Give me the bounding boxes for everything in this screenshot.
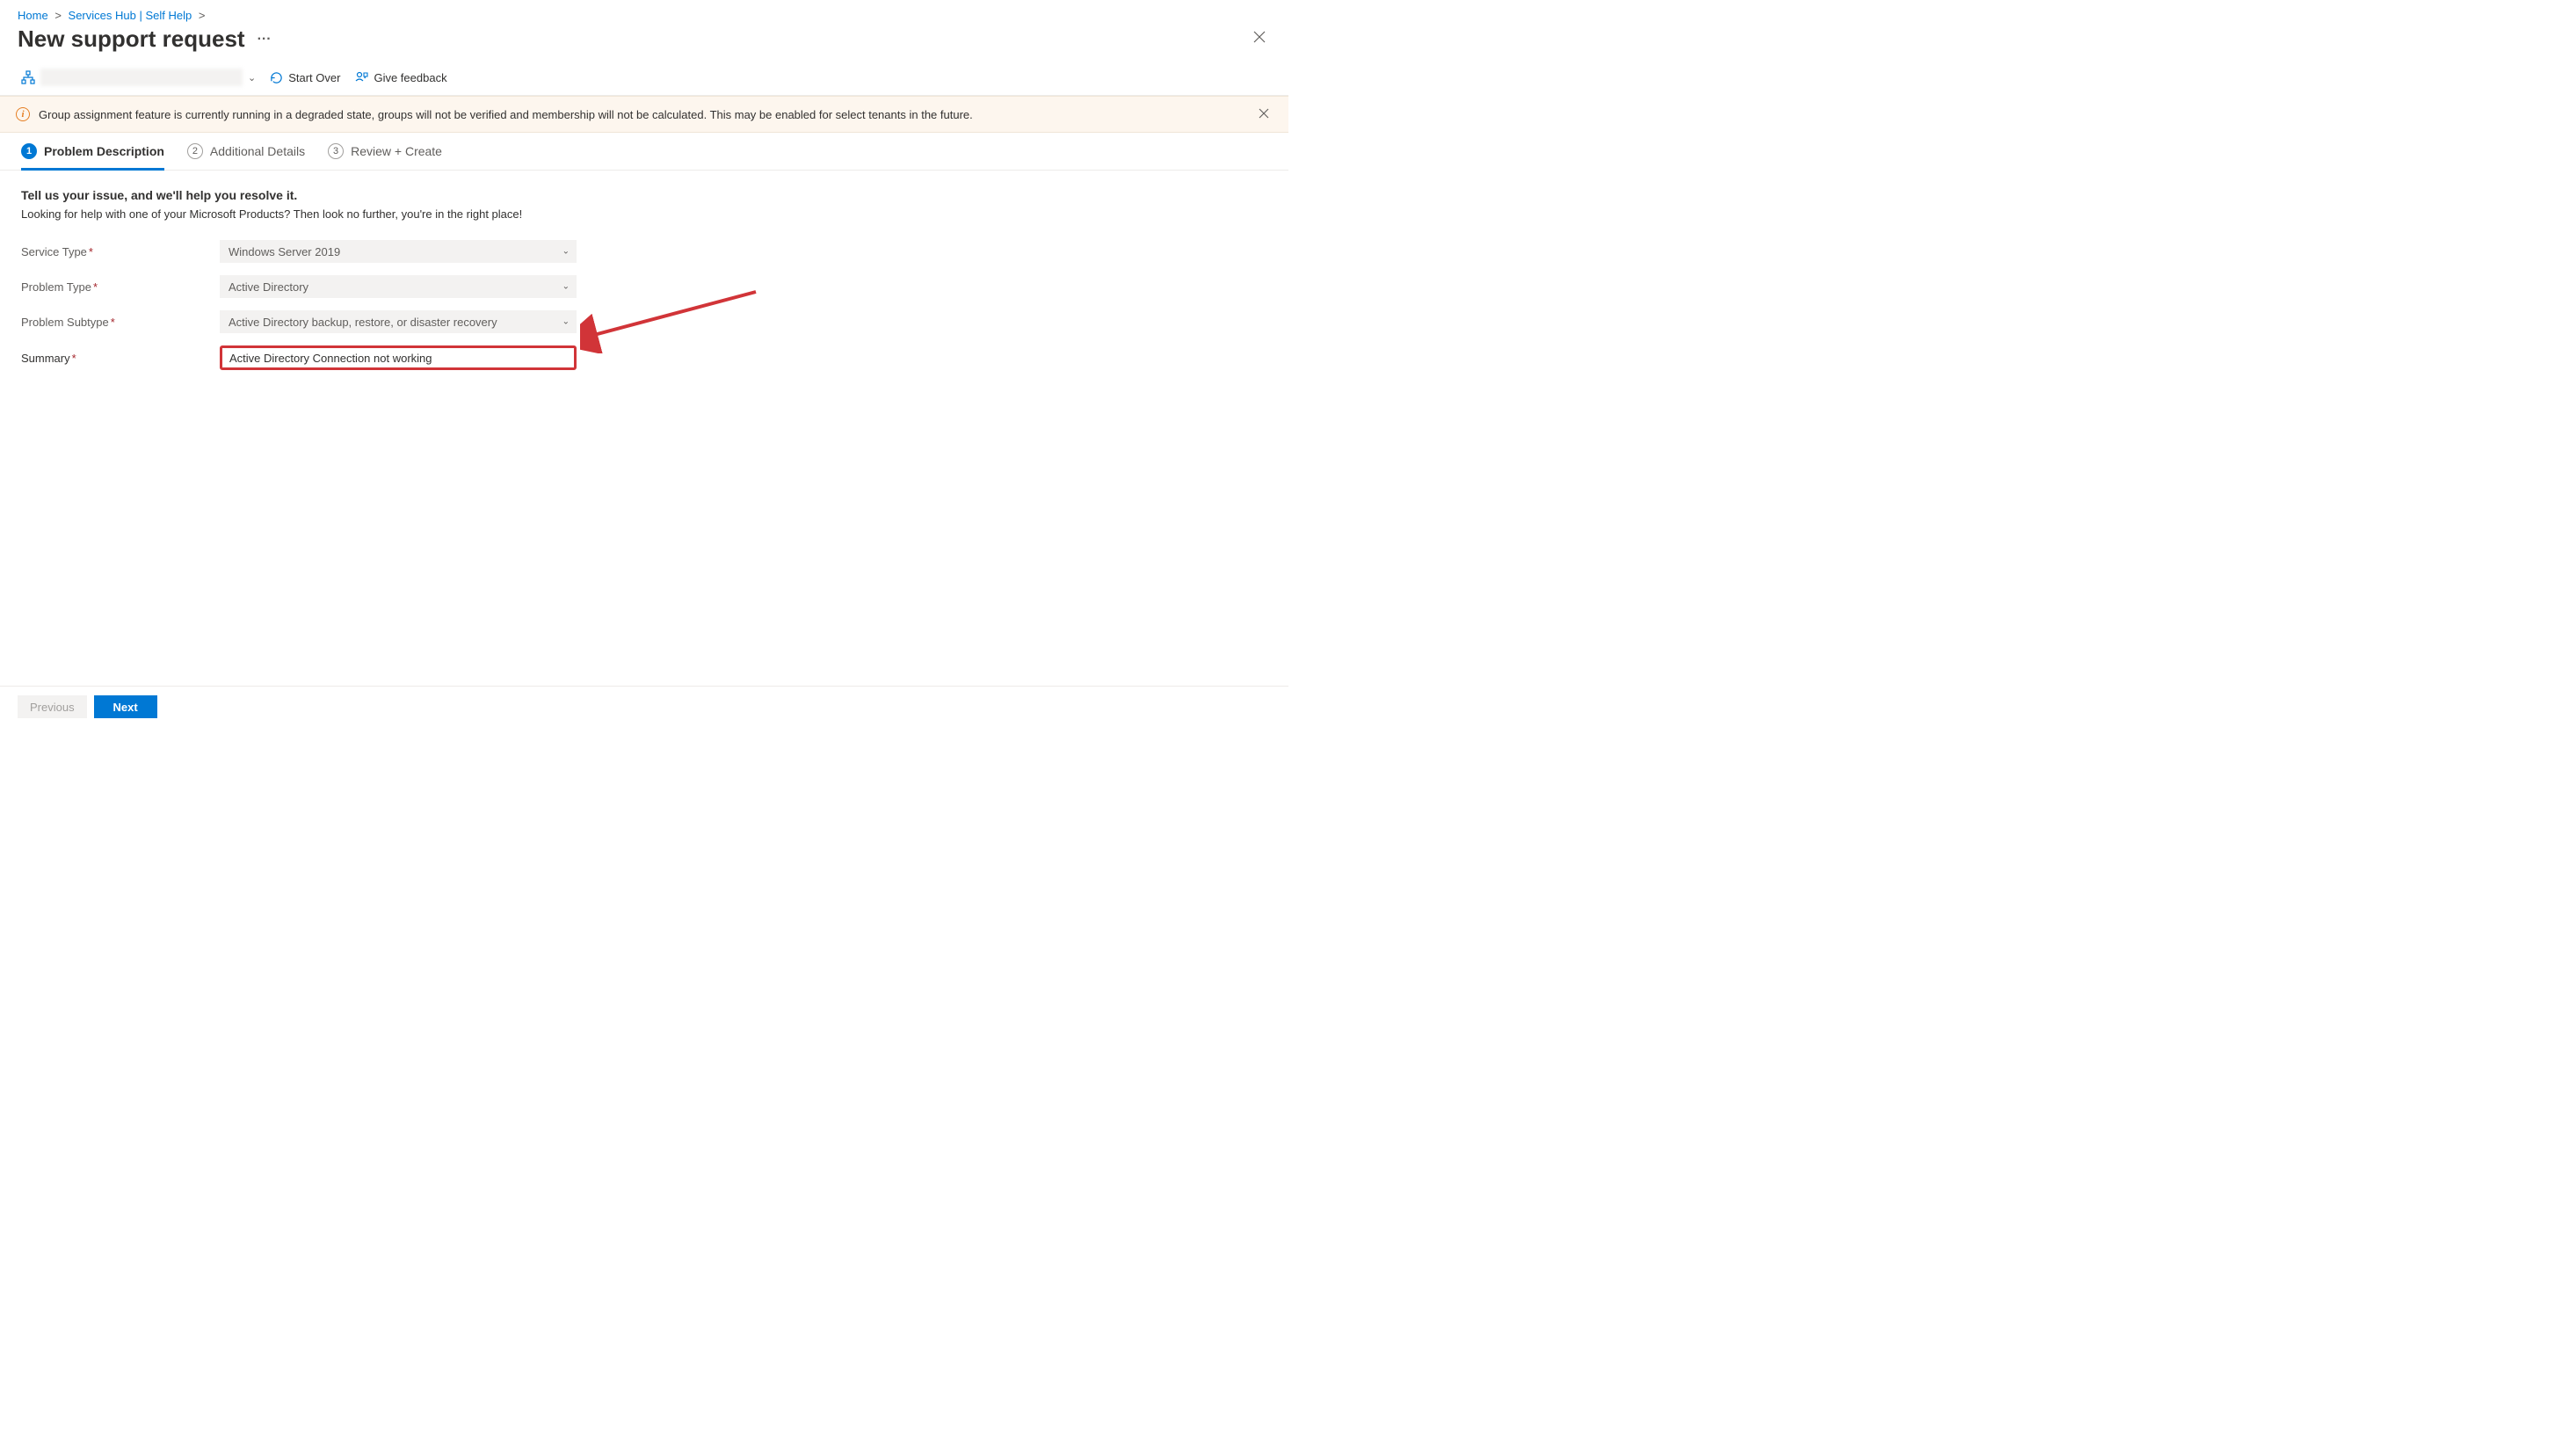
select-value: Active Directory backup, restore, or dis… xyxy=(229,316,497,329)
tab-label: Additional Details xyxy=(210,144,305,158)
breadcrumb-services-hub[interactable]: Services Hub | Self Help xyxy=(69,9,192,22)
give-feedback-label: Give feedback xyxy=(374,71,446,84)
footer: Previous Next xyxy=(0,686,1288,727)
next-button[interactable]: Next xyxy=(94,695,157,718)
chevron-down-icon: ⌄ xyxy=(562,247,570,257)
page-title-text: New support request xyxy=(18,25,245,53)
breadcrumb: Home > Services Hub | Self Help > xyxy=(0,0,1288,25)
select-value: Windows Server 2019 xyxy=(229,245,340,258)
summary-input[interactable] xyxy=(222,348,574,367)
start-over-button[interactable]: Start Over xyxy=(270,71,340,84)
row-problem-subtype: Problem Subtype* Active Directory backup… xyxy=(21,310,1267,333)
tab-review-create[interactable]: 3 Review + Create xyxy=(328,143,442,171)
row-summary: Summary* xyxy=(21,345,1267,370)
feedback-icon xyxy=(354,70,368,84)
give-feedback-button[interactable]: Give feedback xyxy=(354,70,446,84)
alert-text: Group assignment feature is currently ru… xyxy=(39,108,973,121)
previous-button: Previous xyxy=(18,695,87,718)
page-title-row: New support request ··· xyxy=(0,25,1288,65)
summary-highlight xyxy=(220,345,577,370)
select-problem-subtype[interactable]: Active Directory backup, restore, or dis… xyxy=(220,310,577,333)
form-area: Tell us your issue, and we'll help you r… xyxy=(0,171,1288,400)
breadcrumb-sep: > xyxy=(54,9,62,22)
label-summary: Summary* xyxy=(21,352,220,365)
alert-close-button[interactable] xyxy=(1255,104,1273,125)
tab-number: 3 xyxy=(328,143,344,159)
chevron-down-icon: ⌄ xyxy=(248,72,256,84)
hierarchy-icon xyxy=(21,70,35,84)
toolbar: ⌄ Start Over Give feedback xyxy=(0,65,1288,96)
breadcrumb-home[interactable]: Home xyxy=(18,9,48,22)
select-service-type[interactable]: Windows Server 2019 ⌄ xyxy=(220,240,577,263)
row-service-type: Service Type* Windows Server 2019 ⌄ xyxy=(21,240,1267,263)
org-picker-value xyxy=(40,69,243,86)
tab-problem-description[interactable]: 1 Problem Description xyxy=(21,143,164,171)
label-problem-subtype: Problem Subtype* xyxy=(21,316,220,329)
label-problem-type: Problem Type* xyxy=(21,280,220,294)
refresh-icon xyxy=(270,71,283,84)
alert-bar: i Group assignment feature is currently … xyxy=(0,96,1288,133)
close-icon xyxy=(1253,31,1266,43)
tab-number: 1 xyxy=(21,143,37,159)
tab-label: Review + Create xyxy=(351,144,442,158)
page-title: New support request ··· xyxy=(18,25,272,53)
label-service-type: Service Type* xyxy=(21,245,220,258)
org-picker[interactable]: ⌄ xyxy=(21,69,256,86)
row-problem-type: Problem Type* Active Directory ⌄ xyxy=(21,275,1267,298)
info-icon: i xyxy=(16,107,30,121)
start-over-label: Start Over xyxy=(288,71,340,84)
more-actions-button[interactable]: ··· xyxy=(258,32,272,47)
tab-label: Problem Description xyxy=(44,144,164,158)
form-heading: Tell us your issue, and we'll help you r… xyxy=(21,188,1267,202)
breadcrumb-sep: > xyxy=(199,9,206,22)
close-icon xyxy=(1259,108,1269,119)
tab-additional-details[interactable]: 2 Additional Details xyxy=(187,143,305,171)
select-value: Active Directory xyxy=(229,280,308,294)
select-problem-type[interactable]: Active Directory ⌄ xyxy=(220,275,577,298)
form-subheading: Looking for help with one of your Micros… xyxy=(21,207,1267,221)
alert-content: i Group assignment feature is currently … xyxy=(16,107,973,121)
chevron-down-icon: ⌄ xyxy=(562,317,570,327)
tabs: 1 Problem Description 2 Additional Detai… xyxy=(0,133,1288,171)
chevron-down-icon: ⌄ xyxy=(562,282,570,292)
tab-number: 2 xyxy=(187,143,203,159)
close-button[interactable] xyxy=(1248,25,1271,53)
